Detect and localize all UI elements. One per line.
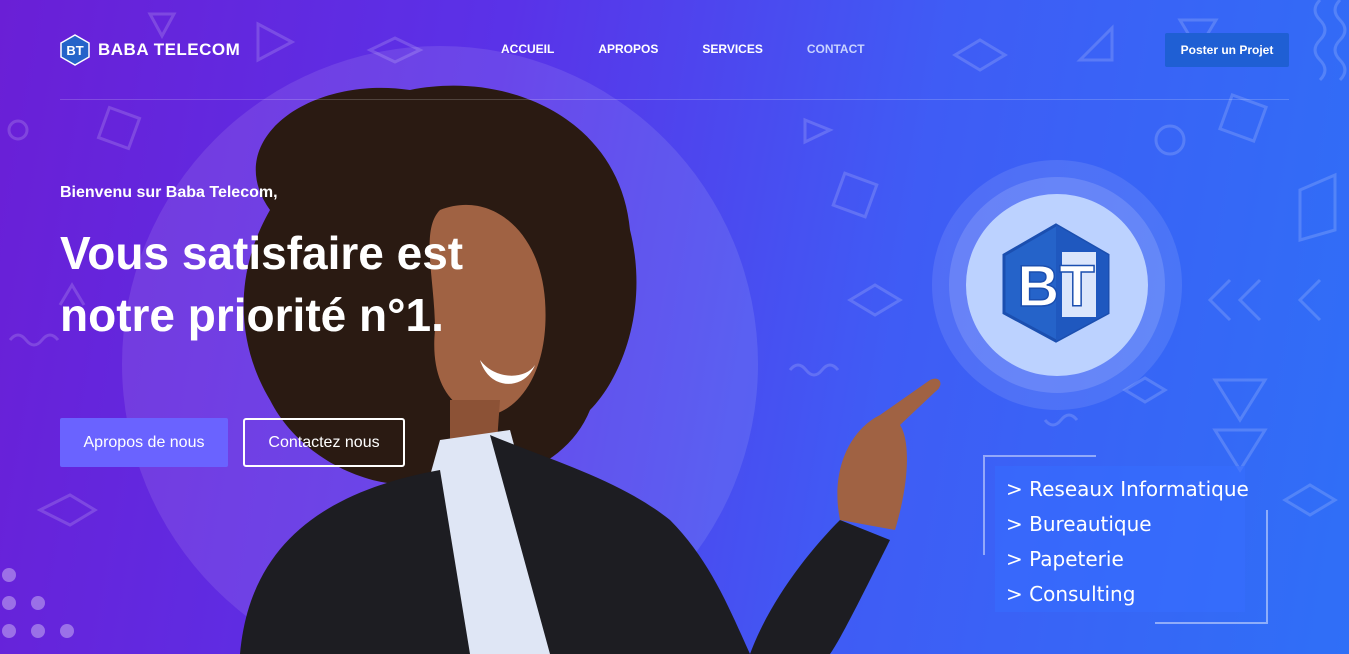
hero-headline: Vous satisfaire est notre priorité n°1. <box>60 222 520 346</box>
hero-person-image <box>240 85 941 654</box>
headline-line-2: notre priorité n°1. <box>60 289 444 341</box>
nav-link-accueil[interactable]: ACCUEIL <box>501 42 554 56</box>
services-list: > Reseaux Informatique > Bureautique > P… <box>1006 472 1249 612</box>
logo-mark-initials: BT <box>66 43 83 58</box>
logo-hexagon-icon: BT <box>60 34 90 66</box>
headline-line-1: Vous satisfaire est <box>60 227 464 279</box>
brand-name: BABA TELECOM <box>98 40 241 59</box>
badge-initials: BT <box>1017 254 1094 319</box>
site-header: BT BABA TELECOM ACCUEIL APROPOS SERVICES… <box>60 0 1289 100</box>
nav-link-services[interactable]: SERVICES <box>702 42 762 56</box>
brand-logo[interactable]: BT BABA TELECOM <box>60 34 240 66</box>
contact-us-button[interactable]: Contactez nous <box>243 418 405 467</box>
welcome-text: Bienvenu sur Baba Telecom, <box>60 184 278 201</box>
main-nav: ACCUEIL APROPOS SERVICES CONTACT <box>501 42 909 56</box>
service-item-reseaux: > Reseaux Informatique <box>1006 477 1249 501</box>
about-us-button[interactable]: Apropos de nous <box>60 418 228 467</box>
service-item-bureautique: > Bureautique <box>1006 512 1152 536</box>
service-item-consulting: > Consulting <box>1006 582 1136 606</box>
post-project-button[interactable]: Poster un Projet <box>1165 33 1289 67</box>
nav-link-contact[interactable]: CONTACT <box>807 42 865 56</box>
bt-badge-logo-icon: BT <box>1002 223 1110 343</box>
nav-link-apropos[interactable]: APROPOS <box>598 42 658 56</box>
service-item-papeterie: > Papeterie <box>1006 547 1124 571</box>
